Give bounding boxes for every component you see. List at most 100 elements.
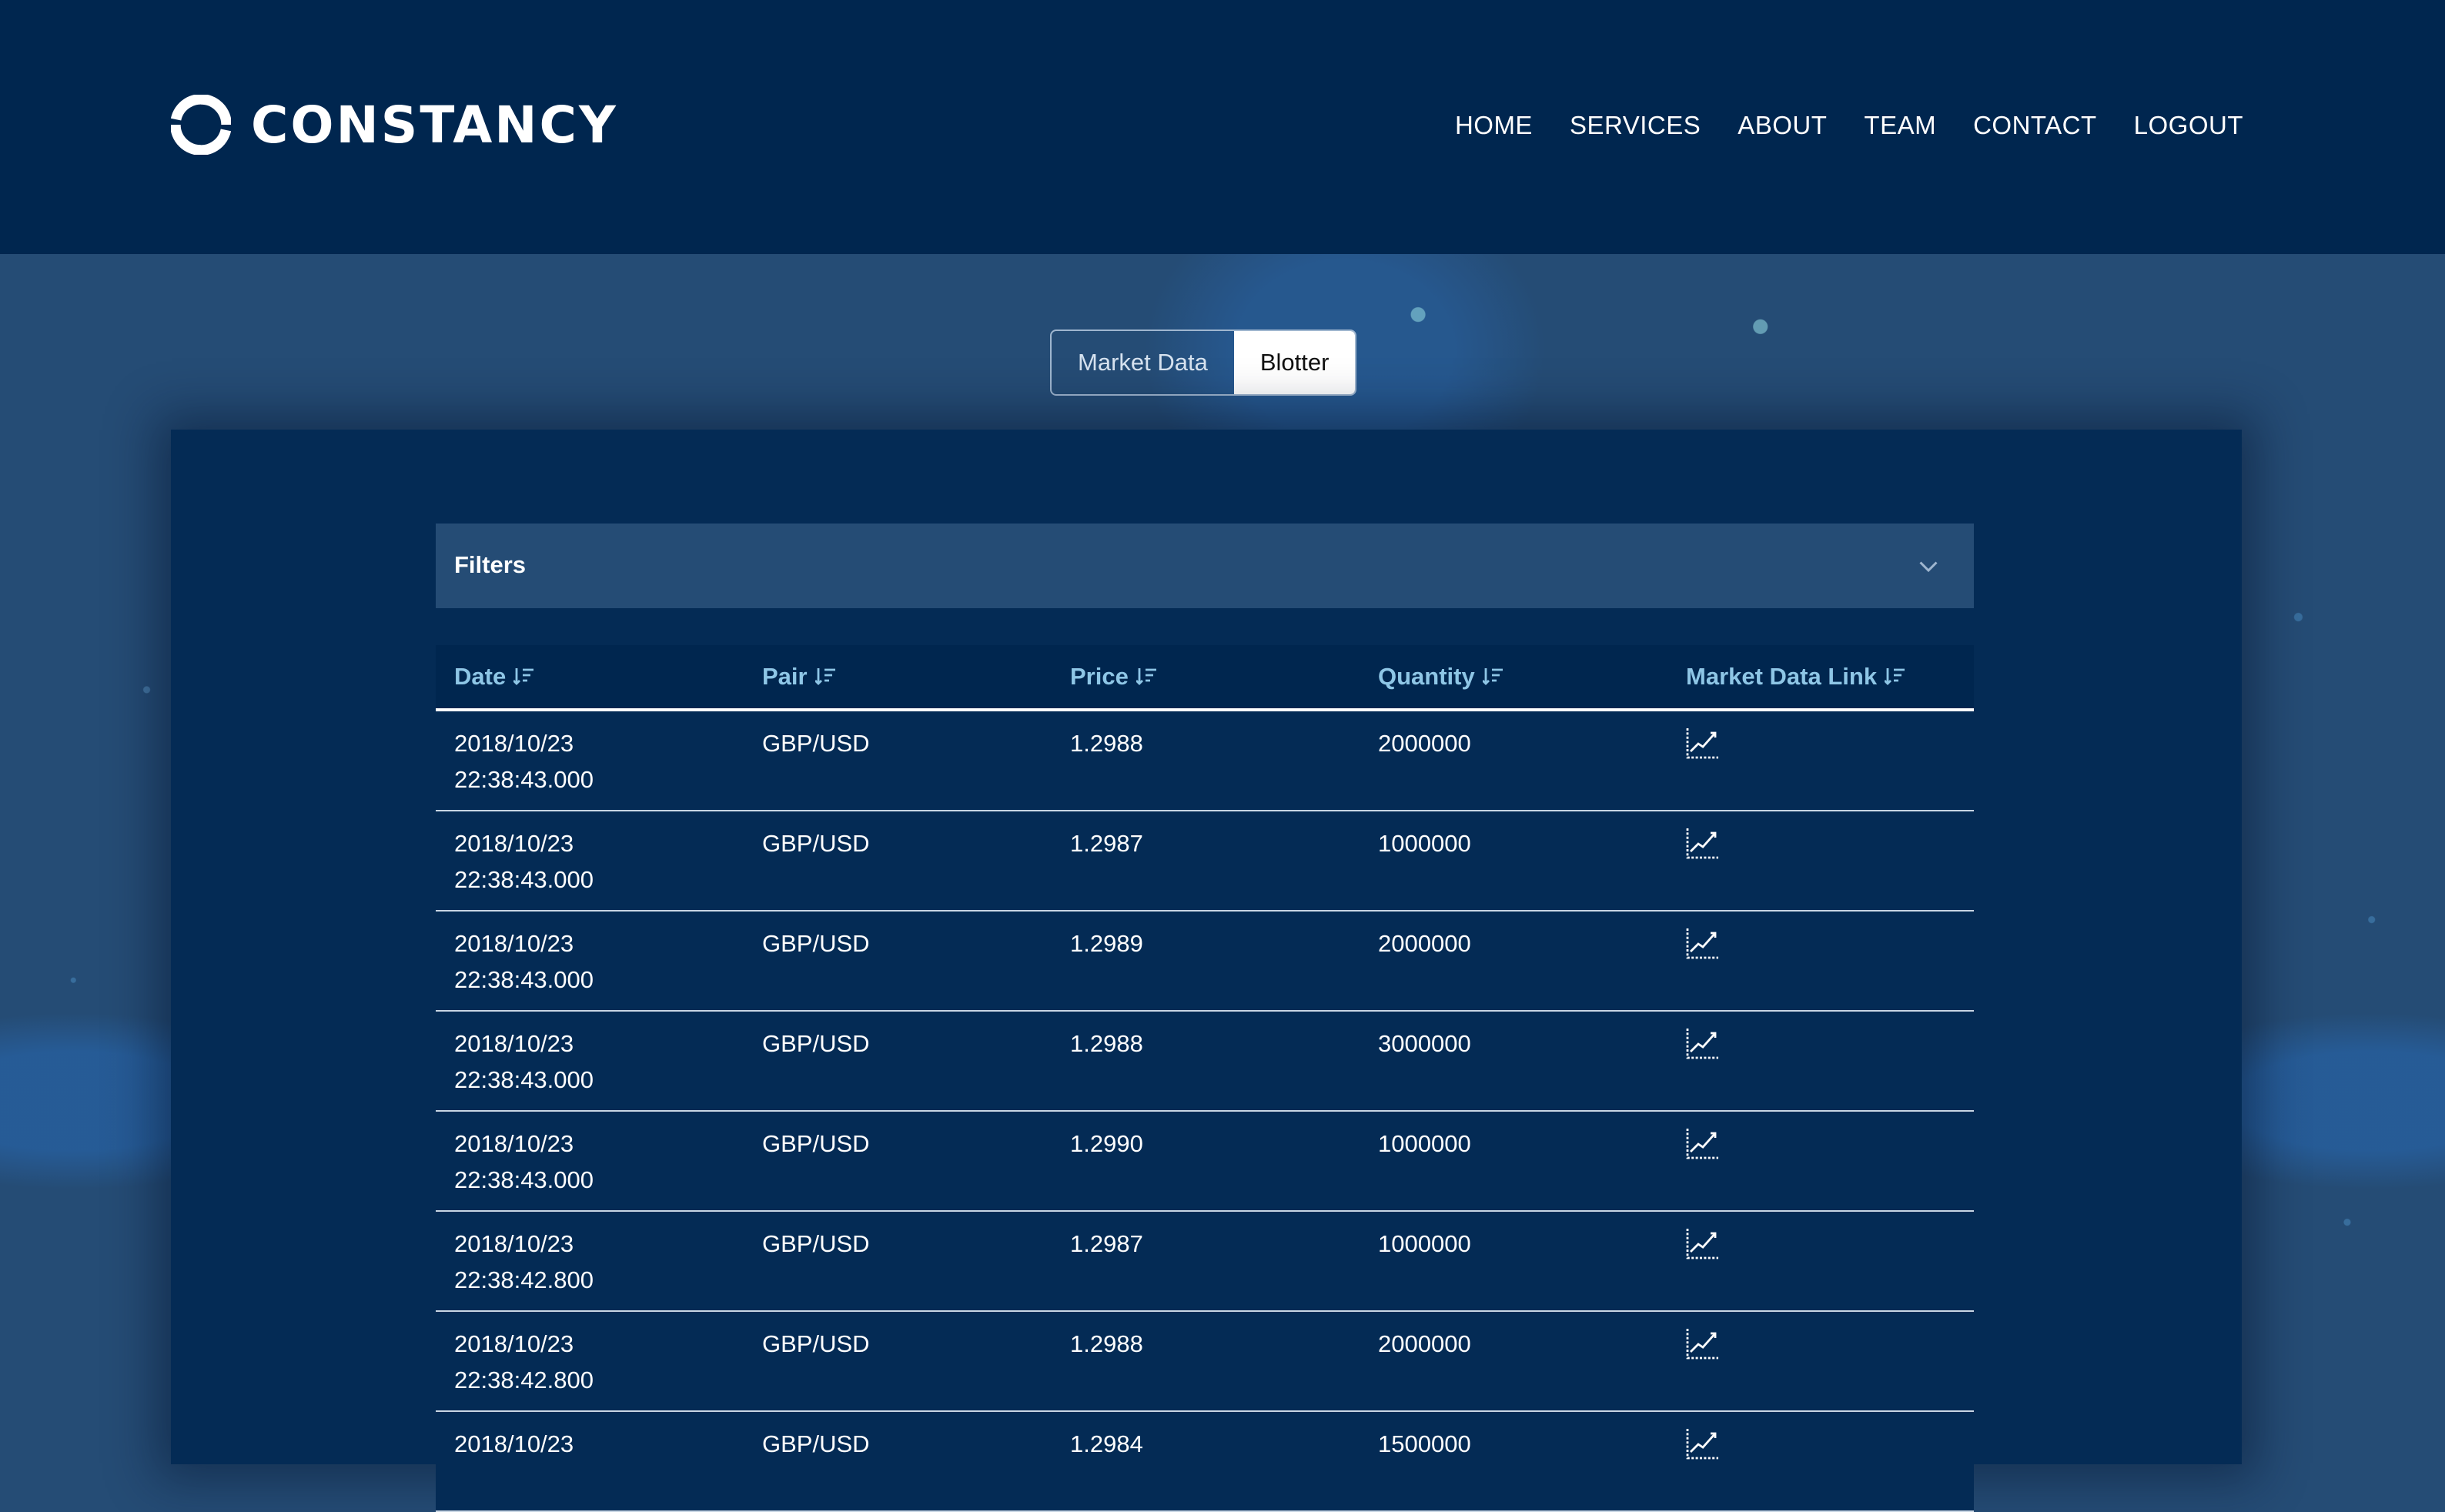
cell-date: 2018/10/23 22:38:43.000 [436, 1112, 744, 1210]
table-row: 2018/10/23 22:38:43.000 GBP/USD 1.2988 20000… [436, 711, 1974, 811]
cell-market-data-link [1667, 912, 1974, 1010]
blotter-toggle[interactable]: Blotter [1233, 331, 1356, 394]
cell-date: 2018/10/23 [436, 1412, 744, 1510]
nav-logout[interactable]: LOGOUT [2134, 111, 2243, 140]
cell-date-time: 22:38:43.000 [454, 966, 594, 993]
cell-market-data-link [1667, 811, 1974, 910]
column-header-label: Date [454, 663, 507, 690]
column-header-date[interactable]: Date [436, 663, 744, 691]
column-header-market-data-link[interactable]: Market Data Link [1667, 663, 1974, 691]
cell-quantity: 1000000 [1378, 830, 1471, 857]
cell-date-day: 2018/10/23 [454, 730, 574, 757]
column-header-pair[interactable]: Pair [744, 663, 1052, 691]
sort-icon[interactable] [513, 667, 535, 687]
cell-date-time: 22:38:43.000 [454, 1166, 594, 1193]
cell-price: 1.2988 [1070, 1030, 1143, 1057]
market-data-link[interactable] [1686, 1029, 1720, 1066]
table-header: Date Pair Price Quantity Market Data Lin… [436, 645, 1974, 711]
cell-date: 2018/10/23 22:38:43.000 [436, 912, 744, 1010]
market-data-link[interactable] [1686, 828, 1720, 866]
brand-logo[interactable]: CONSTANCY [171, 95, 618, 155]
view-toggle: Market Data Blotter [1050, 329, 1357, 396]
cell-date-time: 22:38:42.800 [454, 1366, 594, 1393]
column-header-label: Price [1070, 663, 1129, 690]
table-row: 2018/10/23 22:38:43.000 GBP/USD 1.2987 10000… [436, 811, 1974, 912]
cell-pair: GBP/USD [762, 1130, 870, 1157]
cell-pair: GBP/USD [762, 830, 870, 857]
cell-quantity: 2000000 [1378, 730, 1471, 757]
column-header-label: Market Data Link [1686, 663, 1878, 690]
market-data-toggle[interactable]: Market Data [1052, 331, 1234, 394]
column-header-price[interactable]: Price [1052, 663, 1360, 691]
cell-date: 2018/10/23 22:38:43.000 [436, 711, 744, 810]
nav-services[interactable]: SERVICES [1570, 111, 1701, 140]
cell-quantity: 2000000 [1378, 930, 1471, 957]
cell-market-data-link [1667, 1112, 1974, 1210]
column-header-label: Quantity [1378, 663, 1475, 690]
blotter-table: Date Pair Price Quantity Market Data Lin… [436, 645, 1974, 1512]
chart-line-icon [1686, 1129, 1718, 1159]
chart-line-icon [1686, 1429, 1718, 1460]
chart-line-icon [1686, 728, 1718, 759]
cell-date-day: 2018/10/23 [454, 1230, 574, 1257]
sort-icon[interactable] [1482, 667, 1504, 687]
column-header-quantity[interactable]: Quantity [1360, 663, 1667, 691]
cell-quantity: 1000000 [1378, 1230, 1471, 1257]
cell-price: 1.2990 [1070, 1130, 1143, 1157]
sort-icon[interactable] [814, 667, 837, 687]
brand-name: CONSTANCY [251, 95, 618, 155]
market-data-link[interactable] [1686, 1329, 1720, 1366]
cell-date-time: 22:38:43.000 [454, 1066, 594, 1093]
cell-date-day: 2018/10/23 [454, 830, 574, 857]
cell-market-data-link [1667, 1012, 1974, 1110]
market-data-link[interactable] [1686, 1429, 1720, 1467]
cell-pair: GBP/USD [762, 1330, 870, 1357]
cell-market-data-link [1667, 1412, 1974, 1510]
cell-market-data-link [1667, 1312, 1974, 1410]
nav-contact[interactable]: CONTACT [1973, 111, 2097, 140]
cell-price: 1.2987 [1070, 1230, 1143, 1257]
table-row: 2018/10/23 22:38:43.000 GBP/USD 1.2990 10000… [436, 1112, 1974, 1212]
chart-line-icon [1686, 1329, 1718, 1360]
cell-date-day: 2018/10/23 [454, 1130, 574, 1157]
cell-quantity: 2000000 [1378, 1330, 1471, 1357]
sort-icon[interactable] [1885, 667, 1906, 687]
cell-date: 2018/10/23 22:38:43.000 [436, 1012, 744, 1110]
cell-market-data-link [1667, 1212, 1974, 1310]
market-data-link[interactable] [1686, 1229, 1720, 1266]
cell-price: 1.2988 [1070, 730, 1143, 757]
nav-home[interactable]: HOME [1455, 111, 1533, 140]
market-data-link[interactable] [1686, 728, 1720, 766]
chart-line-icon [1686, 828, 1718, 859]
filters-label: Filters [454, 551, 527, 578]
cell-quantity: 1500000 [1378, 1430, 1471, 1457]
cell-date-time: 22:38:43.000 [454, 766, 594, 793]
cell-date: 2018/10/23 22:38:43.000 [436, 811, 744, 910]
cell-date-day: 2018/10/23 [454, 930, 574, 957]
cell-market-data-link [1667, 711, 1974, 810]
filters-accordion[interactable]: Filters [436, 524, 1974, 608]
chevron-down-icon[interactable] [1917, 554, 1940, 577]
market-data-link[interactable] [1686, 928, 1720, 966]
cell-date: 2018/10/23 22:38:42.800 [436, 1212, 744, 1310]
cell-pair: GBP/USD [762, 1230, 870, 1257]
main-nav: HOME SERVICES ABOUT TEAM CONTACT LOGOUT [1455, 111, 2243, 140]
cell-pair: GBP/USD [762, 730, 870, 757]
market-data-link[interactable] [1686, 1129, 1720, 1166]
cell-quantity: 3000000 [1378, 1030, 1471, 1057]
cell-date-day: 2018/10/23 [454, 1330, 574, 1357]
cell-price: 1.2987 [1070, 830, 1143, 857]
chart-line-icon [1686, 1229, 1718, 1259]
cell-price: 1.2988 [1070, 1330, 1143, 1357]
sort-icon[interactable] [1136, 667, 1158, 687]
table-body: 2018/10/23 22:38:43.000 GBP/USD 1.2988 20000… [436, 711, 1974, 1512]
constancy-logo-icon [171, 95, 231, 155]
blotter-panel: Filters Date Pair Price Quantity Market … [171, 430, 2242, 1512]
cell-date-day: 2018/10/23 [454, 1430, 574, 1457]
cell-price: 1.2984 [1070, 1430, 1143, 1457]
nav-team[interactable]: TEAM [1864, 111, 1936, 140]
cell-date-time: 22:38:43.000 [454, 866, 594, 893]
chart-line-icon [1686, 928, 1718, 959]
nav-about[interactable]: ABOUT [1738, 111, 1827, 140]
table-row: 2018/10/23 22:38:43.000 GBP/USD 1.2989 20000… [436, 912, 1974, 1012]
